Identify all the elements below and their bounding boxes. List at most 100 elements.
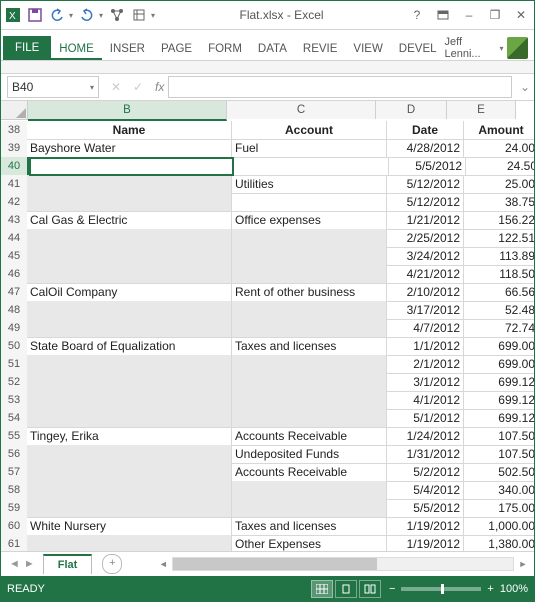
tab-home[interactable]: HOME [51,37,102,60]
cell[interactable]: 1,380.00 [464,535,534,551]
cell[interactable]: 113.89 [464,247,534,266]
formula-input[interactable] [168,76,512,98]
row-header[interactable]: 51 [1,355,27,374]
undo-dropdown-icon[interactable]: ▾ [69,11,73,20]
cell[interactable]: 1/21/2012 [387,211,464,230]
row-header[interactable]: 54 [1,409,27,428]
tab-data[interactable]: DATA [250,37,295,60]
cell[interactable] [232,373,387,392]
cell[interactable]: Bayshore Water [27,139,232,158]
tab-view[interactable]: VIEW [345,37,390,60]
cell[interactable]: 4/28/2012 [387,139,464,158]
row-header[interactable]: 50 [1,337,27,356]
cell[interactable]: Fuel [232,139,387,158]
cell[interactable]: 107.50 [464,445,534,464]
cell[interactable]: 4/1/2012 [387,391,464,410]
cell[interactable]: 1,000.00 [464,517,534,536]
cell[interactable] [27,391,232,410]
cell[interactable] [232,229,387,248]
zoom-out-button[interactable]: − [389,583,395,595]
cell[interactable] [27,193,232,212]
cell[interactable] [232,391,387,410]
cell[interactable] [27,409,232,428]
row-header[interactable]: 39 [1,139,27,158]
row-header[interactable]: 61 [1,535,27,551]
zoom-slider[interactable] [401,587,481,591]
scroll-left-icon[interactable]: ◄ [156,559,170,569]
cell[interactable] [27,175,232,194]
cell[interactable] [232,409,387,428]
row-header[interactable]: 57 [1,463,27,482]
formula-bar-expand-icon[interactable]: ⌄ [516,80,534,94]
cell[interactable]: 24.50 [466,157,534,176]
row-header[interactable]: 48 [1,301,27,320]
row-header[interactable]: 47 [1,283,27,302]
cell[interactable]: Utilities [232,175,387,194]
cell[interactable]: 156.22 [464,211,534,230]
sheet-nav-next-icon[interactable]: ► [24,558,35,570]
cell[interactable]: 5/5/2012 [387,499,464,518]
cell[interactable]: State Board of Equalization [27,337,232,356]
cell[interactable]: 24.00 [464,139,534,158]
cell[interactable]: 699.12 [464,373,534,392]
close-icon[interactable]: ✕ [512,6,530,24]
view-normal-icon[interactable] [311,580,333,598]
undo-icon[interactable] [49,7,65,23]
scroll-right-icon[interactable]: ► [516,559,530,569]
horizontal-scrollbar[interactable]: ◄ ► [152,557,534,571]
cell[interactable] [27,355,232,374]
zoom-level[interactable]: 100% [500,583,528,595]
relationships-icon[interactable] [109,7,125,23]
cell[interactable]: 175.00 [464,499,534,518]
cell[interactable]: 699.12 [464,409,534,428]
column-header-e[interactable]: E [447,101,516,119]
cell[interactable]: CalOil Company [27,283,232,302]
cell[interactable]: 25.00 [464,175,534,194]
cell[interactable]: Accounts Receivable [232,427,387,446]
row-header[interactable]: 41 [1,175,27,194]
cell[interactable] [232,193,387,212]
cell[interactable]: 107.50 [464,427,534,446]
cell[interactable] [27,247,232,266]
cell[interactable] [27,481,232,500]
ribbon-display-options-icon[interactable] [434,6,452,24]
cell[interactable]: 1/19/2012 [387,517,464,536]
row-header[interactable]: 58 [1,481,27,500]
cell[interactable]: Date [387,121,464,140]
tab-insert[interactable]: INSER [102,37,153,60]
tab-developer[interactable]: DEVEL [391,37,445,60]
view-page-layout-icon[interactable] [335,580,357,598]
cell[interactable]: Accounts Receivable [232,463,387,482]
row-header[interactable]: 53 [1,391,27,410]
restore-icon[interactable]: ❐ [486,6,504,24]
cell[interactable]: 5/1/2012 [387,409,464,428]
row-header[interactable]: 59 [1,499,27,518]
zoom-in-button[interactable]: + [487,583,493,595]
horizontal-scroll-track[interactable] [172,557,514,571]
cell[interactable] [27,445,232,464]
select-all-corner[interactable] [1,101,28,120]
cell[interactable]: 5/2/2012 [387,463,464,482]
cell[interactable] [232,301,387,320]
row-header[interactable]: 46 [1,265,27,284]
cell[interactable] [234,157,389,176]
cell[interactable]: 2/25/2012 [387,229,464,248]
cell[interactable] [232,499,387,518]
help-icon[interactable]: ? [408,6,426,24]
redo-icon[interactable] [79,7,95,23]
cell[interactable] [27,319,232,338]
cell[interactable]: 3/24/2012 [387,247,464,266]
cell[interactable] [27,265,232,284]
row-header[interactable]: 49 [1,319,27,338]
cell[interactable] [232,247,387,266]
name-box[interactable]: B40 ▾ [7,76,99,98]
column-header-c[interactable]: C [227,101,376,119]
cell[interactable]: 1/31/2012 [387,445,464,464]
cell[interactable] [27,463,232,482]
insert-function-icon[interactable]: fx [151,80,168,94]
column-header-b[interactable]: B [28,101,227,121]
cell[interactable] [232,355,387,374]
cell[interactable]: 5/12/2012 [387,175,464,194]
cell[interactable]: Amount [464,121,534,140]
minimize-icon[interactable]: – [460,6,478,24]
